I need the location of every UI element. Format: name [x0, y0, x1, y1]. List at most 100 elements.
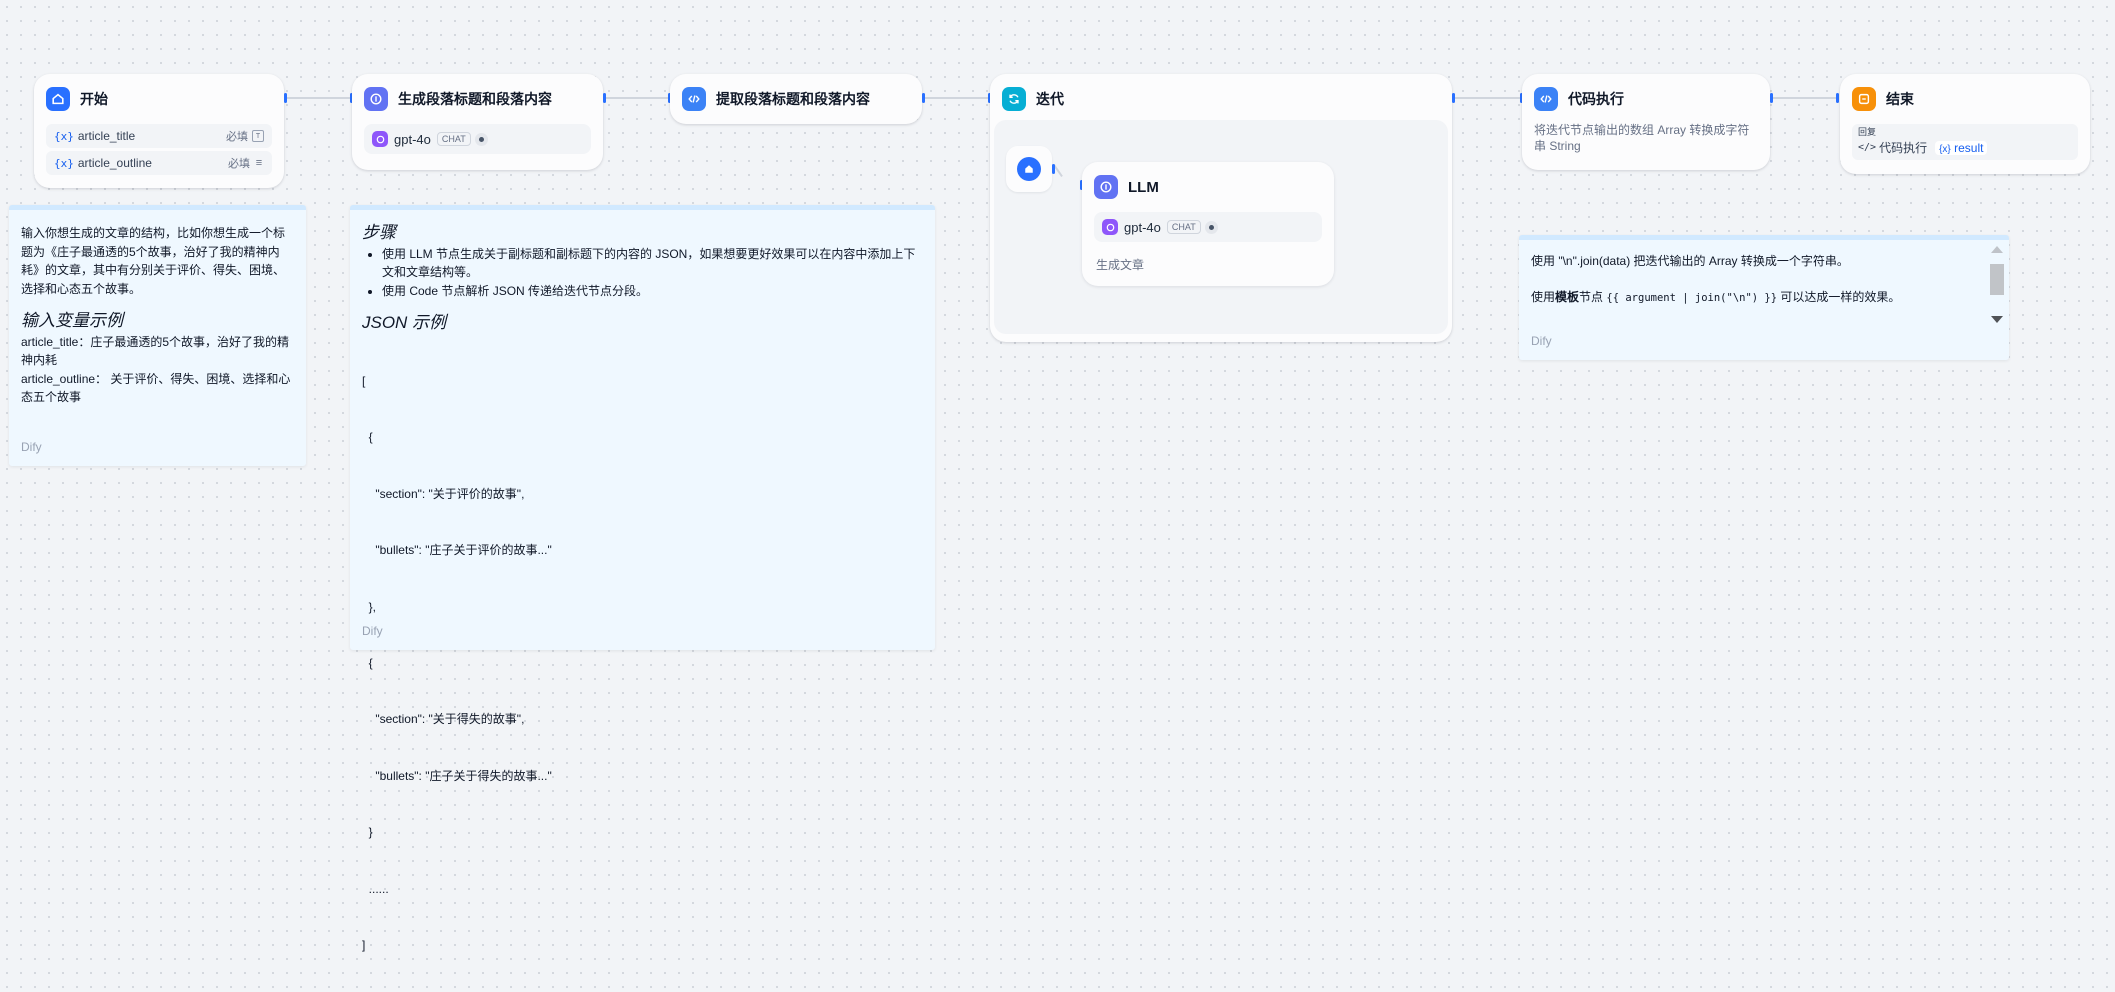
- openai-icon: [372, 131, 388, 147]
- model-name: gpt-4o: [1124, 220, 1161, 235]
- llm-node-inner[interactable]: LLM gpt-4o CHAT 生成文章: [1082, 162, 1334, 286]
- iteration-node-title: 迭代: [1036, 89, 1064, 109]
- variable-name: article_title: [78, 129, 226, 143]
- note-example-line: article_title：庄子最通透的5个故事，治好了我的精神内耗: [21, 333, 294, 370]
- json-line: {: [362, 428, 923, 447]
- variable-icon: {x}: [54, 157, 74, 170]
- note-intro-text: 输入你想生成的文章的结构，比如你想生成一个标题为《庄子最通透的5个故事，治好了我…: [21, 224, 294, 298]
- paragraph-input-icon: ≡: [254, 158, 264, 168]
- iteration-canvas[interactable]: LLM gpt-4o CHAT 生成文章: [994, 120, 1448, 334]
- note-input-structure[interactable]: 输入你想生成的文章的结构，比如你想生成一个标题为《庄子最通透的5个故事，治好了我…: [9, 205, 306, 466]
- steps-list: 使用 LLM 节点生成关于副标题和副标题下的内容的 JSON，如果想要更好效果可…: [362, 245, 923, 301]
- note-code-tip[interactable]: 使用 "\n".join(data) 把迭代输出的 Array 转换成一个字符串…: [1519, 235, 2009, 360]
- iteration-start-icon: [1017, 157, 1041, 181]
- json-example: [ { "section": "关于评价的故事", "bullets": "庄子…: [362, 335, 923, 992]
- edge-code-end: [1772, 97, 1838, 99]
- variable-row[interactable]: {x} article_outline 必填 ≡: [46, 151, 272, 175]
- variable-row[interactable]: {x} article_title 必填 T: [46, 124, 272, 148]
- edge-extract-iteration: [924, 97, 990, 99]
- end-node-title: 结束: [1886, 89, 1914, 109]
- json-line: "bullets": "庄子关于得失的故事...": [362, 767, 923, 786]
- text-input-icon: T: [252, 130, 264, 142]
- list-item: 使用 Code 节点解析 JSON 传递给迭代节点分段。: [382, 282, 923, 301]
- output-label: 回复: [1858, 127, 2072, 137]
- model-name: gpt-4o: [394, 132, 431, 147]
- llm-node-desc: 生成文章: [1096, 256, 1334, 273]
- json-line: }: [362, 823, 923, 842]
- output-source: 代码执行: [1879, 139, 1927, 156]
- llm-node-generate[interactable]: 生成段落标题和段落内容 gpt-4o CHAT: [352, 74, 603, 170]
- code-icon: [682, 87, 706, 111]
- start-output-handle[interactable]: [284, 93, 287, 103]
- note-heading: 输入变量示例: [21, 312, 294, 331]
- start-node[interactable]: 开始 {x} article_title 必填 T {x} article_ou…: [34, 74, 284, 188]
- scrollbar-thumb[interactable]: [1990, 264, 2004, 295]
- note-author: Dify: [362, 624, 383, 638]
- note-example-line: article_outline： 关于评价、得失、困境、选择和心态五个故事: [21, 370, 294, 407]
- note-text-bold: 模板: [1555, 290, 1579, 304]
- code-node-desc: 将迭代节点输出的数组 Array 转换成字符串 String: [1534, 122, 1754, 154]
- code-icon: </>: [1858, 142, 1876, 153]
- iteration-start-handle[interactable]: [1052, 164, 1055, 174]
- extract-node-title: 提取段落标题和段落内容: [716, 89, 870, 109]
- note-text: 使用 "\n".join(data) 把迭代输出的 Array 转换成一个字符串…: [1531, 252, 1969, 271]
- iteration-icon: [1002, 87, 1026, 111]
- edge-iteration-code: [1454, 97, 1522, 99]
- note-author: Dify: [1531, 334, 1552, 348]
- llm-node-title: LLM: [1128, 179, 1159, 196]
- end-input-handle[interactable]: [1836, 93, 1839, 103]
- note-template-code: {{ argument | join("\n") }}: [1606, 292, 1777, 304]
- scroll-down-icon[interactable]: [1991, 316, 2003, 323]
- llm-icon: [1094, 175, 1118, 199]
- scroll-up-icon[interactable]: [1991, 246, 2003, 253]
- vision-icon: [475, 133, 488, 146]
- json-line: "section": "关于评价的故事",: [362, 485, 923, 504]
- note-scrollbar[interactable]: [1985, 240, 2009, 360]
- vision-icon: [1205, 221, 1218, 234]
- end-icon: [1852, 87, 1876, 111]
- iteration-start-node[interactable]: [1006, 146, 1052, 192]
- note-steps[interactable]: 步骤 使用 LLM 节点生成关于副标题和副标题下的内容的 JSON，如果想要更好…: [350, 205, 935, 650]
- note-text-mid: 节点: [1579, 290, 1603, 304]
- variable-icon: {x}: [54, 130, 74, 143]
- gen-node-title: 生成段落标题和段落内容: [398, 89, 552, 109]
- model-selector[interactable]: gpt-4o CHAT: [1094, 212, 1322, 242]
- json-line: "section": "关于得失的故事",: [362, 710, 923, 729]
- list-item: 使用 LLM 节点生成关于副标题和副标题下的内容的 JSON，如果想要更好效果可…: [382, 245, 923, 282]
- model-selector[interactable]: gpt-4o CHAT: [364, 124, 591, 154]
- note-text-prefix: 使用: [1531, 290, 1555, 304]
- mode-badge: CHAT: [437, 132, 471, 146]
- iteration-node[interactable]: 迭代 LLM gpt-4o CHAT: [990, 74, 1452, 342]
- mode-badge: CHAT: [1167, 220, 1201, 234]
- required-label: 必填: [226, 128, 248, 144]
- code-output-handle[interactable]: [1770, 93, 1773, 103]
- gen-output-handle[interactable]: [603, 93, 606, 103]
- note-text-suffix: 可以达成一样的效果。: [1780, 290, 1900, 304]
- required-label: 必填: [228, 155, 250, 171]
- variable-icon: {x}: [1939, 144, 1951, 155]
- edge-start-gen: [286, 97, 350, 99]
- json-line: ......: [362, 880, 923, 899]
- output-variable[interactable]: {x} result: [1935, 141, 1987, 155]
- extract-output-handle[interactable]: [922, 93, 925, 103]
- json-line: },: [362, 598, 923, 617]
- end-node[interactable]: 结束 回复 </> 代码执行 {x} result: [1840, 74, 2090, 174]
- home-icon: [46, 87, 70, 111]
- variable-name: article_outline: [78, 156, 228, 170]
- json-line: [: [362, 372, 923, 391]
- json-line: "bullets": "庄子关于评价的故事...": [362, 541, 923, 560]
- note-text: 使用模板节点 {{ argument | join("\n") }} 可以达成一…: [1531, 288, 1969, 308]
- note-heading: JSON 示例: [362, 314, 923, 333]
- code-icon: [1534, 87, 1558, 111]
- start-node-title: 开始: [80, 89, 108, 109]
- openai-icon: [1102, 219, 1118, 235]
- code-node-extract[interactable]: 提取段落标题和段落内容: [670, 74, 922, 124]
- json-line: ]: [362, 936, 923, 955]
- edge-gen-extract: [606, 97, 670, 99]
- note-author: Dify: [21, 440, 42, 454]
- iteration-output-handle[interactable]: [1452, 93, 1455, 103]
- note-heading: 步骤: [362, 224, 923, 243]
- json-line: {: [362, 654, 923, 673]
- output-block[interactable]: 回复 </> 代码执行 {x} result: [1852, 124, 2078, 160]
- code-node[interactable]: 代码执行 将迭代节点输出的数组 Array 转换成字符串 String: [1522, 74, 1770, 170]
